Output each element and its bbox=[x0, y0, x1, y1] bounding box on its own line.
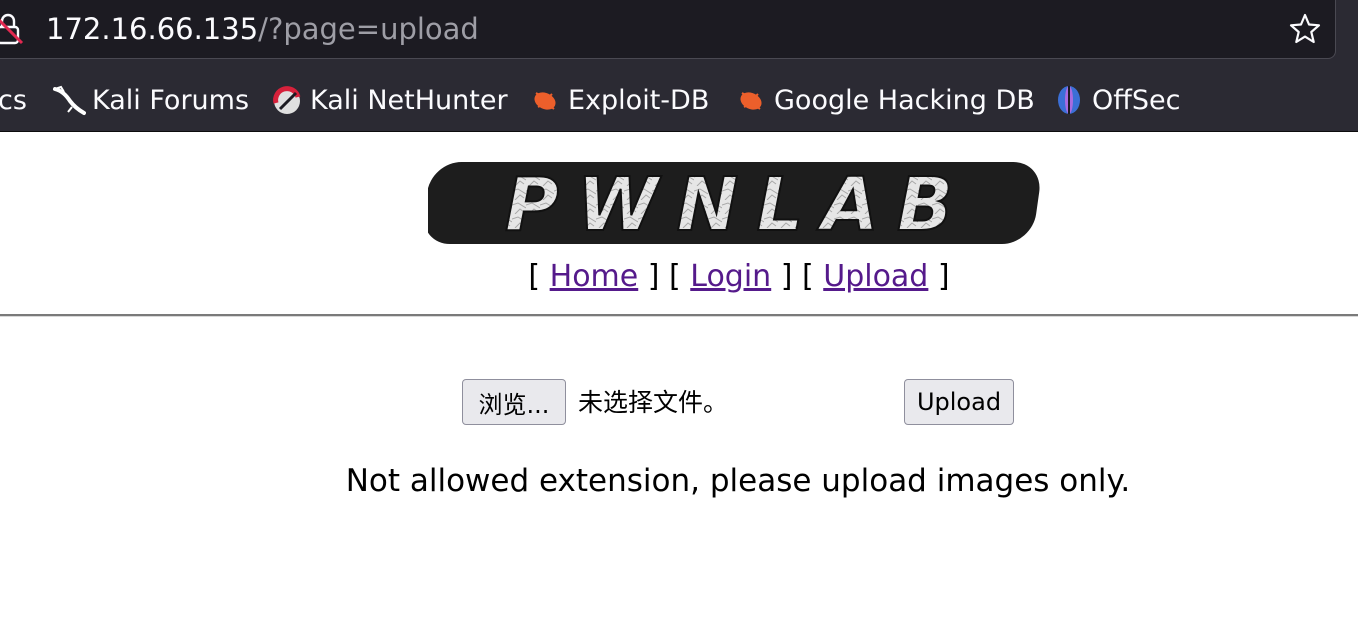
bracket: [ bbox=[528, 259, 550, 294]
main-nav: [ Home ] [ Login ] [ Upload ] bbox=[0, 255, 1358, 299]
bookmark-label: OffSec bbox=[1092, 84, 1181, 116]
bookmark-exploit-db[interactable]: Exploit-DB bbox=[528, 80, 709, 120]
nethunter-icon bbox=[273, 86, 301, 114]
url-text[interactable]: 172.16.66.135/?page=upload bbox=[46, 9, 479, 49]
bookmark-label: cs bbox=[0, 84, 27, 116]
bracket: ] [ bbox=[638, 259, 691, 294]
url-host: 172.16.66.135 bbox=[46, 12, 259, 46]
bookmarks-toolbar: cs Kali Forums Kali NetHunter Exploit-DB… bbox=[0, 66, 1358, 132]
nav-link-login[interactable]: Login bbox=[690, 259, 771, 294]
insecure-lock-icon[interactable] bbox=[0, 11, 24, 47]
browser-toolbar: 172.16.66.135/?page=upload bbox=[0, 0, 1358, 66]
nav-link-home[interactable]: Home bbox=[550, 259, 639, 294]
bookmark-label: Kali Forums bbox=[92, 84, 250, 116]
bookmark-offsec[interactable]: OffSec bbox=[1052, 80, 1180, 120]
bookmark-google-hacking-db[interactable]: Google Hacking DB bbox=[734, 80, 1035, 120]
upload-submit-button[interactable]: Upload bbox=[904, 379, 1014, 425]
address-bar[interactable]: 172.16.66.135/?page=upload bbox=[0, 0, 1336, 59]
exploit-db-icon bbox=[534, 92, 556, 110]
bookmark-kali-forums[interactable]: Kali Forums bbox=[52, 80, 249, 120]
bookmark-docs[interactable]: cs bbox=[0, 80, 27, 120]
offsec-icon bbox=[1058, 86, 1080, 114]
bookmark-star-icon[interactable] bbox=[1287, 11, 1323, 47]
bookmark-label: Google Hacking DB bbox=[774, 84, 1035, 116]
bookmark-label: Exploit-DB bbox=[568, 84, 710, 116]
divider bbox=[0, 314, 1358, 317]
upload-error-message: Not allowed extension, please upload ima… bbox=[345, 463, 1131, 499]
bookmark-label: Kali NetHunter bbox=[310, 84, 508, 116]
logo-text: PWNLAB bbox=[505, 162, 972, 248]
file-status-text: 未选择文件。 bbox=[578, 388, 729, 417]
file-browse-button[interactable]: 浏览... bbox=[462, 379, 566, 425]
ghdb-icon bbox=[740, 92, 762, 110]
kali-dragon-icon bbox=[53, 85, 86, 115]
bracket: ] [ bbox=[771, 259, 824, 294]
nav-link-upload[interactable]: Upload bbox=[823, 259, 928, 294]
bracket: ] bbox=[928, 259, 950, 294]
bookmark-kali-nethunter[interactable]: Kali NetHunter bbox=[270, 80, 508, 120]
url-path: /?page=upload bbox=[258, 12, 479, 46]
pwnlab-logo: PWNLAB bbox=[428, 161, 1040, 249]
